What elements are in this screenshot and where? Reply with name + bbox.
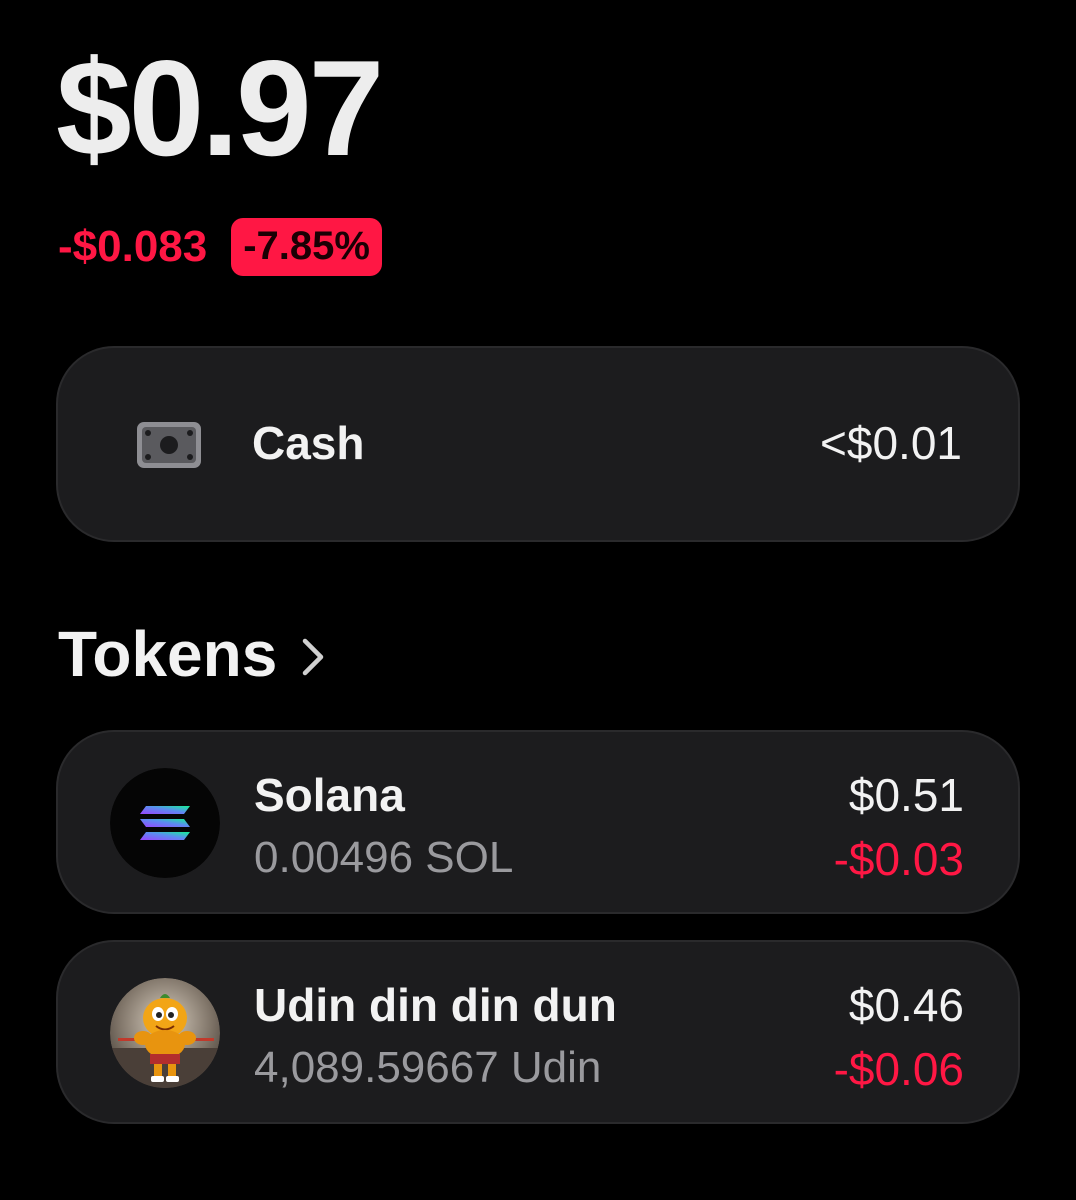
token-value: $0.51 <box>848 769 964 821</box>
tokens-section-title: Tokens <box>58 618 278 690</box>
token-amount: 0.00496 SOL <box>254 833 514 882</box>
token-row-solana[interactable]: Solana 0.00496 SOL $0.51 -$0.03 <box>56 730 1020 914</box>
portfolio-change-row: -$0.083 -7.85% <box>58 218 382 276</box>
udin-token-avatar <box>110 978 220 1088</box>
portfolio-balance: $0.97 <box>56 32 384 184</box>
token-name: Udin din din dun <box>254 979 617 1031</box>
cash-value: <$0.01 <box>820 417 962 469</box>
chevron-right-icon <box>303 638 324 676</box>
tokens-section-header[interactable]: Tokens <box>58 622 327 686</box>
cash-label: Cash <box>252 417 365 469</box>
token-change: -$0.03 <box>833 833 964 885</box>
token-row-udin[interactable]: Udin din din dun 4,089.59667 Udin $0.46 … <box>56 940 1020 1124</box>
token-value: $0.46 <box>848 979 964 1031</box>
cash-icon <box>137 422 201 468</box>
header-fragment <box>60 0 260 6</box>
portfolio-change-amount: -$0.083 <box>58 222 208 271</box>
portfolio-change-percent-badge: -7.85% <box>231 218 382 276</box>
token-name: Solana <box>254 769 405 821</box>
solana-logo-icon <box>110 768 220 878</box>
token-amount: 4,089.59667 Udin <box>254 1043 602 1092</box>
token-change: -$0.06 <box>833 1043 964 1095</box>
cash-card[interactable]: Cash <$0.01 <box>56 346 1020 542</box>
